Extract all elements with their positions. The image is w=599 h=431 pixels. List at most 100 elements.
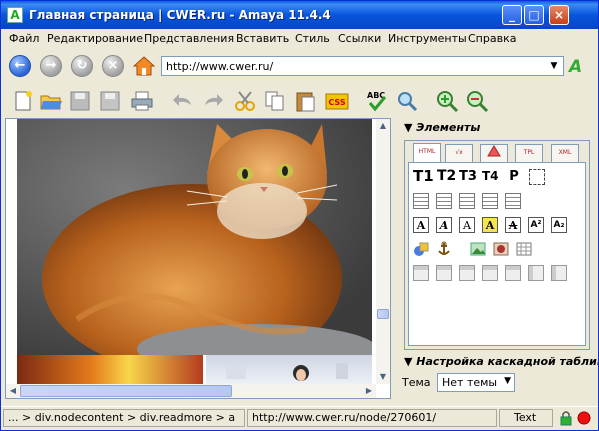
menu-help[interactable]: Справка [468, 32, 516, 45]
vertical-scroll-thumb[interactable] [377, 309, 389, 319]
menu-links[interactable]: Ссылки [338, 32, 381, 45]
image-icon[interactable] [470, 241, 486, 257]
blockquote-icon[interactable] [505, 193, 521, 209]
object-icon[interactable] [413, 241, 429, 257]
menu-views[interactable]: Представления [144, 32, 234, 45]
paragraph-button[interactable]: P [506, 169, 522, 185]
amaya-logo-icon: A [569, 57, 583, 77]
lock-icon [560, 411, 572, 426]
cat-photo[interactable] [17, 119, 372, 355]
definition-list-icon[interactable] [459, 193, 475, 209]
print-icon[interactable] [130, 89, 154, 113]
url-input[interactable]: http://www.cwer.ru/ ▼ [161, 56, 564, 76]
menu-tools[interactable]: Инструменты [388, 32, 467, 45]
chevron-down-icon[interactable]: ▼ [404, 121, 416, 134]
table-row-after-icon[interactable] [459, 265, 475, 281]
elements-panel: HTML √x TPL XML T1 T2 T3 T4 P A A A A A … [404, 140, 590, 350]
new-document-icon[interactable] [11, 89, 35, 113]
person-thumbnail [226, 363, 348, 381]
table-caption-icon[interactable] [413, 265, 429, 281]
zoom-out-icon[interactable] [465, 89, 489, 113]
minimize-button[interactable]: _ [502, 5, 522, 25]
url-text: http://www.cwer.ru/ [166, 60, 274, 73]
theme-select-value: Нет темы [442, 376, 498, 389]
anchor-icon[interactable] [436, 241, 452, 257]
open-folder-icon[interactable] [39, 89, 63, 113]
table-delete-row-icon[interactable] [528, 265, 544, 281]
heading-2-button[interactable]: T2 [437, 169, 456, 185]
save-icon[interactable] [68, 89, 92, 113]
image-link-icon[interactable] [493, 241, 509, 257]
division-icon[interactable] [529, 169, 545, 185]
menu-insert[interactable]: Вставить [236, 32, 289, 45]
css-icon[interactable]: CSS [325, 89, 349, 113]
reload-icon[interactable]: ↻ [71, 55, 93, 77]
save-as-icon[interactable] [98, 89, 122, 113]
back-arrow-icon[interactable]: ← [9, 55, 31, 77]
chevron-down-icon[interactable]: ▼ [504, 376, 511, 386]
zoom-in-icon[interactable] [435, 89, 459, 113]
stop-icon[interactable]: × [102, 55, 124, 77]
heading-3-button[interactable]: T3 [459, 169, 477, 185]
heading-4-button[interactable]: T4 [482, 169, 499, 185]
numbered-list-icon[interactable] [436, 193, 452, 209]
tab-xml[interactable]: XML [551, 144, 579, 162]
table-row-before-icon[interactable] [436, 265, 452, 281]
table-icon[interactable] [516, 241, 532, 257]
zoom-tools-icon[interactable] [395, 89, 419, 113]
forward-arrow-icon[interactable]: → [40, 55, 62, 77]
code-format-icon[interactable]: A [459, 217, 475, 233]
css-panel-header[interactable]: ▼ Настройка каскадной таблиц [404, 355, 598, 368]
spellcheck-icon[interactable]: ABC [365, 89, 389, 113]
scroll-right-icon[interactable]: ▶ [362, 384, 376, 398]
superscript-format-icon[interactable]: A² [528, 217, 544, 233]
maximize-button[interactable]: □ [524, 5, 544, 25]
heading-1-button[interactable]: T1 [413, 169, 434, 185]
close-button[interactable]: × [549, 5, 569, 25]
tab-svg[interactable] [480, 144, 508, 162]
main-toolbar: CSS ABC [1, 83, 598, 117]
element-path[interactable]: ... > div.nodecontent > div.readmore > a [3, 409, 245, 427]
theme-label: Тема [402, 376, 431, 389]
bulleted-list-icon[interactable] [413, 193, 429, 209]
subscript-format-icon[interactable]: A₂ [551, 217, 567, 233]
table-column-after-icon[interactable] [505, 265, 521, 281]
scroll-left-icon[interactable]: ◀ [6, 384, 20, 398]
menu-style[interactable]: Стиль [295, 32, 330, 45]
scroll-down-icon[interactable]: ▼ [376, 370, 390, 384]
list-item-icon[interactable] [482, 193, 498, 209]
highlight-format-icon[interactable]: A [482, 217, 498, 233]
tab-html[interactable]: HTML [413, 143, 441, 163]
table-column-before-icon[interactable] [482, 265, 498, 281]
undo-icon[interactable] [171, 89, 195, 113]
chevron-down-icon[interactable]: ▼ [546, 58, 562, 74]
scroll-up-icon[interactable]: ▲ [376, 119, 390, 133]
menu-file[interactable]: Файл [9, 32, 39, 45]
horizontal-scroll-thumb[interactable] [20, 385, 232, 397]
copy-icon[interactable] [263, 89, 287, 113]
horizontal-scrollbar[interactable]: ◀ ▶ [6, 384, 376, 398]
strike-format-icon[interactable]: A [505, 217, 521, 233]
italic-format-icon[interactable]: A [436, 217, 452, 233]
theme-select[interactable]: Нет темы ▼ [437, 373, 515, 392]
svg-text:CSS: CSS [328, 98, 345, 107]
menu-edit[interactable]: Редактирование [47, 32, 143, 45]
edit-mode: Text [499, 409, 553, 427]
amaya-app-icon[interactable]: A [7, 7, 23, 23]
tab-math[interactable]: √x [445, 144, 473, 162]
title-bar[interactable]: A Главная страница | CWER.ru - Amaya 11.… [1, 1, 598, 29]
cut-icon[interactable] [233, 89, 257, 113]
thumbnail-image[interactable] [17, 355, 203, 385]
document-view[interactable]: ▲ ▼ ◀ ▶ [5, 118, 391, 399]
redo-icon[interactable] [201, 89, 225, 113]
chevron-down-icon[interactable]: ▼ [404, 355, 416, 368]
elements-panel-header[interactable]: ▼ Элементы [404, 121, 480, 134]
bold-format-icon[interactable]: A [413, 217, 429, 233]
tab-templates[interactable]: TPL [515, 144, 543, 162]
home-icon[interactable] [133, 55, 155, 77]
thumbnail-image[interactable] [206, 355, 372, 385]
paste-icon[interactable] [293, 89, 317, 113]
vertical-scrollbar[interactable]: ▲ ▼ [376, 119, 390, 384]
table-delete-column-icon[interactable] [551, 265, 567, 281]
window-title: Главная страница | CWER.ru - Amaya 11.4.… [29, 8, 331, 22]
